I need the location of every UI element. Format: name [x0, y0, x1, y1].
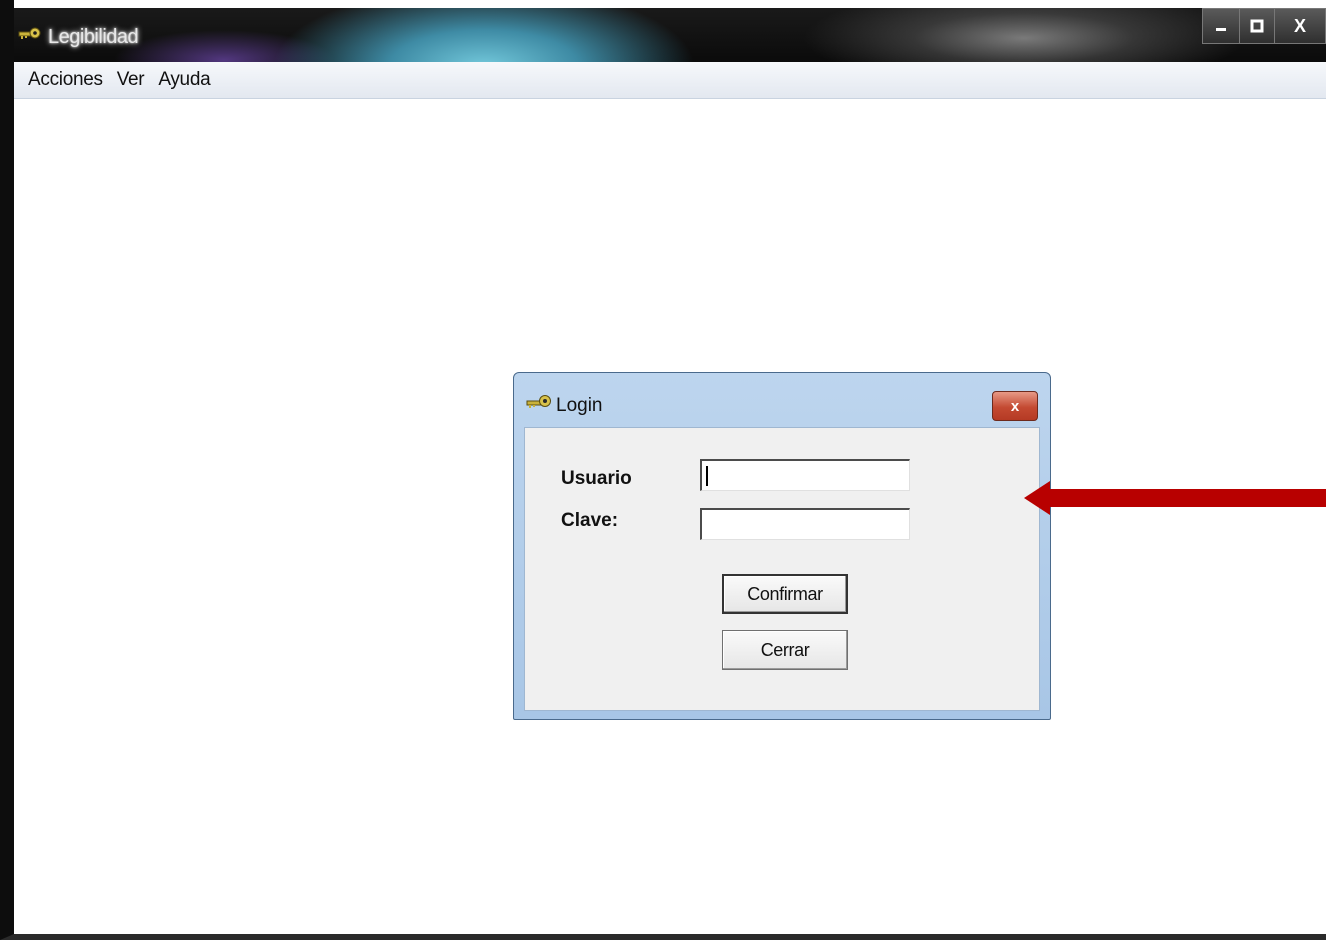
key-icon	[526, 395, 551, 408]
dialog-close-button[interactable]: x	[992, 391, 1038, 421]
minimize-button[interactable]	[1202, 8, 1239, 44]
text-caret	[706, 466, 708, 486]
title-bar[interactable]: Legibilidad	[14, 8, 1326, 62]
login-dialog: Login x Usuario Clave: Confirmar Cerrar	[513, 372, 1051, 720]
confirmar-label: Confirmar	[747, 583, 823, 604]
window-controls: X	[1202, 8, 1326, 44]
close-icon: x	[1010, 397, 1020, 415]
annotation-arrow-shaft	[1046, 489, 1326, 507]
menu-bar: Acciones Ver Ayuda	[14, 62, 1326, 99]
confirmar-button[interactable]: Confirmar	[722, 574, 848, 614]
menu-ayuda[interactable]: Ayuda	[151, 69, 217, 91]
annotation-arrow-icon	[1024, 481, 1050, 515]
close-icon: X	[1293, 15, 1306, 36]
maximize-button[interactable]	[1239, 8, 1274, 44]
dialog-title: Login	[556, 395, 603, 416]
cerrar-button[interactable]: Cerrar	[722, 630, 848, 670]
maximize-icon	[1250, 19, 1264, 33]
dialog-body: Usuario Clave: Confirmar Cerrar	[524, 427, 1040, 711]
clave-label: Clave:	[561, 510, 619, 531]
clave-input[interactable]	[700, 508, 910, 540]
menu-acciones[interactable]: Acciones	[14, 69, 110, 91]
key-icon	[18, 27, 41, 39]
usuario-input[interactable]	[700, 459, 910, 491]
cerrar-label: Cerrar	[760, 639, 810, 660]
minimize-icon	[1216, 28, 1226, 31]
usuario-label: Usuario	[561, 468, 632, 489]
desktop-strip	[14, 0, 1326, 8]
menu-ver[interactable]: Ver	[110, 69, 152, 91]
window-title: Legibilidad	[48, 26, 139, 48]
close-button[interactable]: X	[1274, 8, 1326, 44]
